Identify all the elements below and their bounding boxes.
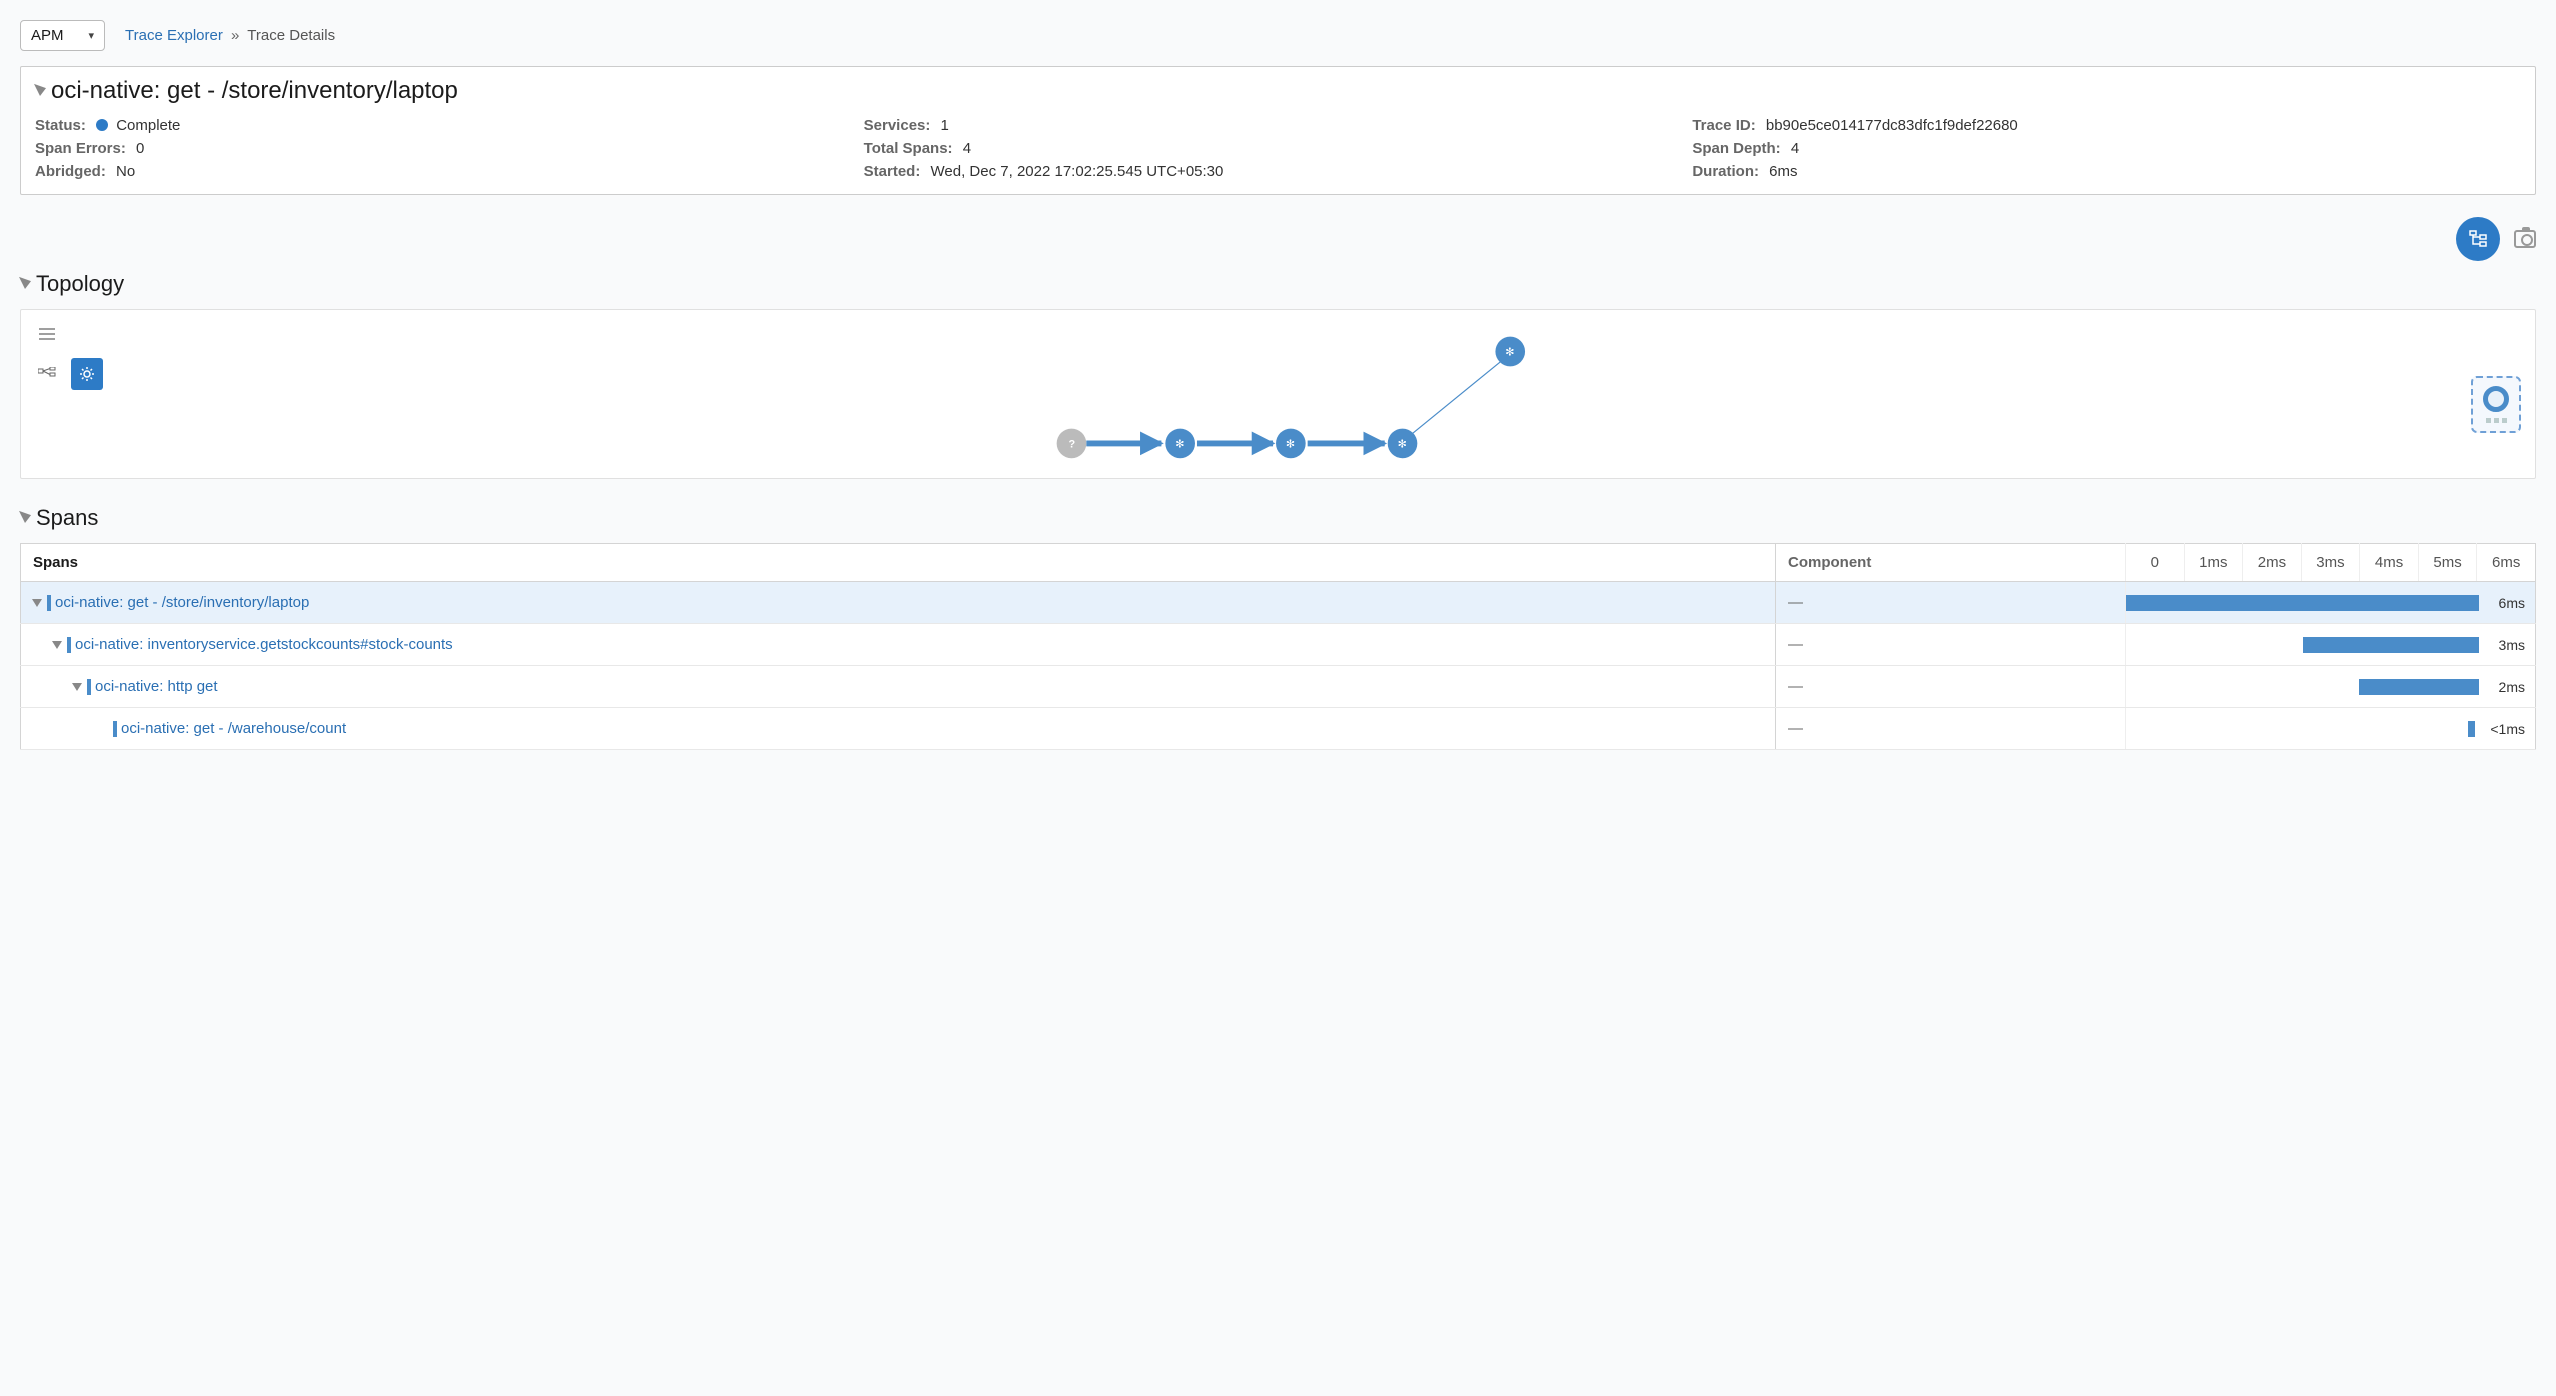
expand-toggle-icon[interactable]: [52, 641, 62, 649]
col-time-1: 1ms: [2184, 544, 2243, 582]
timeline-cell: 6ms: [2126, 582, 2536, 624]
col-time-2: 2ms: [2243, 544, 2302, 582]
abridged-label: Abridged:: [35, 163, 106, 180]
expand-toggle-icon[interactable]: [32, 599, 42, 607]
gear-icon: [79, 366, 95, 382]
topology-legend[interactable]: [2471, 376, 2521, 433]
settings-button[interactable]: [71, 358, 103, 390]
duration-label: Duration:: [1692, 163, 1759, 180]
svg-text:✻: ✻: [1505, 346, 1514, 358]
tree-view-icon: [2468, 230, 2488, 248]
topology-panel: ? ✻ ✻ ✻ ✻: [20, 309, 2536, 479]
col-time-0: 0: [2126, 544, 2185, 582]
topology-toggle-icon[interactable]: [19, 277, 31, 291]
svg-text:✻: ✻: [1286, 438, 1295, 450]
col-time-4: 4ms: [2360, 544, 2419, 582]
legend-dots-icon: [2486, 418, 2507, 423]
topology-node[interactable]: ✻: [1388, 429, 1418, 459]
col-spans[interactable]: Spans: [21, 544, 1776, 582]
svg-text:✻: ✻: [1175, 438, 1184, 450]
total-spans-value: 4: [963, 140, 971, 157]
expand-toggle-icon[interactable]: [72, 683, 82, 691]
component-cell: —: [1776, 708, 2126, 750]
component-cell: —: [1776, 666, 2126, 708]
status-label: Status:: [35, 117, 86, 134]
span-duration-label: <1ms: [2479, 721, 2525, 737]
screenshot-button[interactable]: [2514, 230, 2536, 248]
col-component[interactable]: Component: [1776, 544, 2126, 582]
span-errors-value: 0: [136, 140, 144, 157]
span-row[interactable]: oci-native: get - /store/inventory/lapto…: [21, 582, 2536, 624]
abridged-value: No: [116, 163, 135, 180]
span-color-marker: [113, 721, 117, 737]
span-color-marker: [87, 679, 91, 695]
topology-node[interactable]: ✻: [1276, 429, 1306, 459]
span-errors-label: Span Errors:: [35, 140, 126, 157]
trace-title: oci-native: get - /store/inventory/lapto…: [51, 77, 458, 105]
menu-icon[interactable]: [31, 318, 63, 350]
span-depth-value: 4: [1791, 140, 1799, 157]
span-row[interactable]: oci-native: http get — 2ms: [21, 666, 2536, 708]
started-value: Wed, Dec 7, 2022 17:02:25.545 UTC+05:30: [931, 163, 1224, 180]
span-color-marker: [67, 637, 71, 653]
started-label: Started:: [864, 163, 921, 180]
span-duration-bar[interactable]: [2303, 637, 2480, 653]
svg-text:✻: ✻: [1398, 438, 1407, 450]
component-cell: —: [1776, 624, 2126, 666]
span-name-link[interactable]: oci-native: inventoryservice.getstockcou…: [75, 636, 453, 653]
component-cell: —: [1776, 582, 2126, 624]
breadcrumb-separator: »: [231, 27, 239, 44]
span-duration-bar[interactable]: [2468, 721, 2475, 737]
breadcrumb-parent-link[interactable]: Trace Explorer: [125, 27, 223, 44]
timeline-cell: <1ms: [2126, 708, 2536, 750]
timeline-cell: 3ms: [2126, 624, 2536, 666]
topology-node[interactable]: ✻: [1165, 429, 1195, 459]
span-color-marker: [47, 595, 51, 611]
topology-node[interactable]: ✻: [1495, 337, 1525, 367]
span-row[interactable]: oci-native: inventoryservice.getstockcou…: [21, 624, 2536, 666]
spans-toggle-icon[interactable]: [19, 511, 31, 525]
col-time-5: 5ms: [2418, 544, 2477, 582]
col-time-3: 3ms: [2301, 544, 2360, 582]
spans-table: Spans Component 0 1ms 2ms 3ms 4ms 5ms 6m…: [20, 543, 2536, 750]
trace-id-value: bb90e5ce014177dc83dfc1f9def22680: [1766, 117, 2018, 134]
apm-selector[interactable]: APM ▾: [20, 20, 105, 51]
spans-title: Spans: [36, 505, 98, 531]
services-value: 1: [941, 117, 949, 134]
span-depth-label: Span Depth:: [1692, 140, 1780, 157]
collapse-toggle-icon[interactable]: [34, 84, 46, 98]
span-name-link[interactable]: oci-native: get - /warehouse/count: [121, 720, 346, 737]
total-spans-label: Total Spans:: [864, 140, 953, 157]
span-duration-label: 3ms: [2479, 637, 2525, 653]
span-duration-label: 6ms: [2479, 595, 2525, 611]
services-label: Services:: [864, 117, 931, 134]
svg-text:?: ?: [1068, 438, 1075, 450]
status-dot-icon: [96, 119, 108, 131]
span-row[interactable]: oci-native: get - /warehouse/count — <1ms: [21, 708, 2536, 750]
chevron-down-icon: ▾: [89, 29, 95, 42]
view-mode-button[interactable]: [2456, 217, 2500, 261]
span-duration-bar[interactable]: [2126, 595, 2479, 611]
trace-id-label: Trace ID:: [1692, 117, 1755, 134]
layout-icon[interactable]: [31, 358, 63, 390]
legend-ring-icon: [2483, 386, 2509, 412]
topology-graph[interactable]: ? ✻ ✻ ✻ ✻: [21, 310, 2535, 478]
span-duration-label: 2ms: [2479, 679, 2525, 695]
breadcrumb-current: Trace Details: [247, 27, 335, 44]
duration-value: 6ms: [1769, 163, 1797, 180]
trace-summary-panel: oci-native: get - /store/inventory/lapto…: [20, 66, 2536, 195]
col-time-6: 6ms: [2477, 544, 2536, 582]
topology-title: Topology: [36, 271, 124, 297]
status-value: Complete: [116, 117, 180, 134]
breadcrumb: Trace Explorer » Trace Details: [125, 27, 335, 44]
timeline-cell: 2ms: [2126, 666, 2536, 708]
span-name-link[interactable]: oci-native: get - /store/inventory/lapto…: [55, 594, 309, 611]
apm-selector-value: APM: [31, 27, 64, 44]
span-name-link[interactable]: oci-native: http get: [95, 678, 218, 695]
span-duration-bar[interactable]: [2359, 679, 2479, 695]
